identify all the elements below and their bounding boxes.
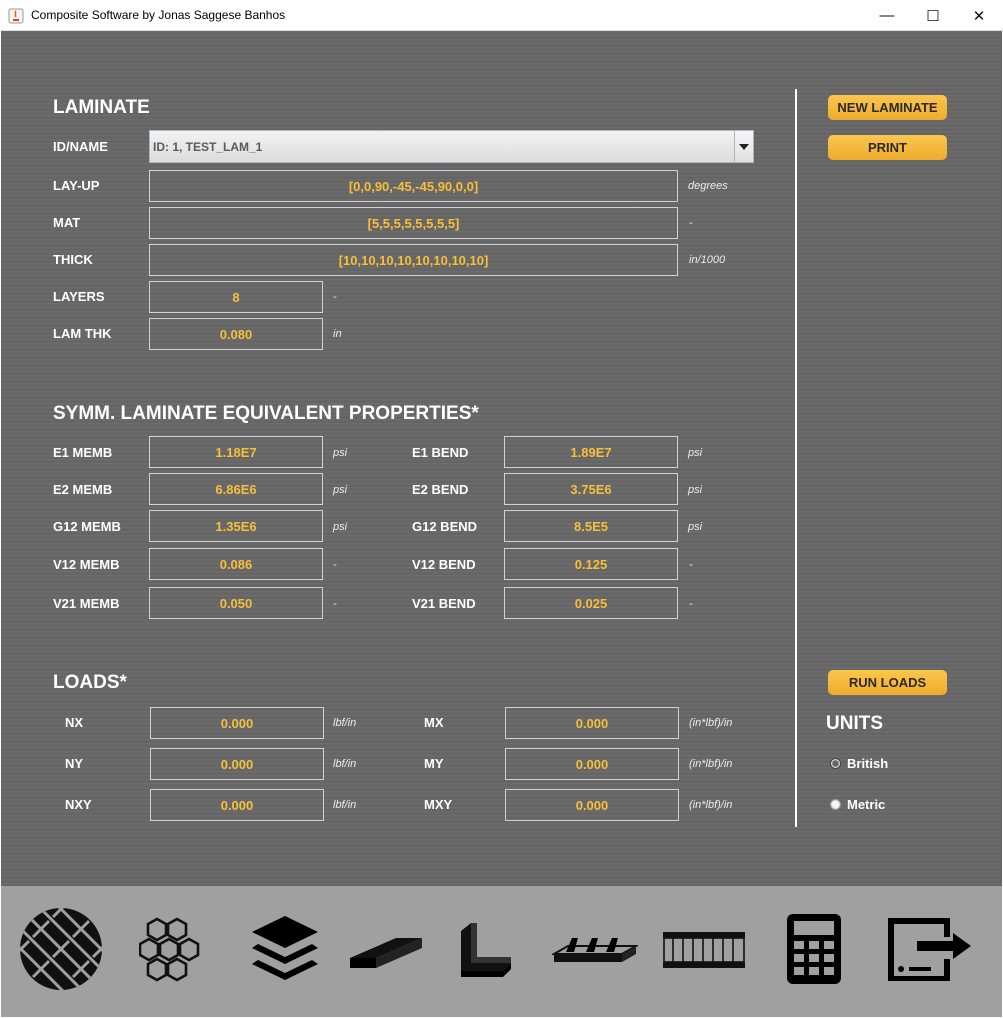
v12-memb-field[interactable]: 0.086 [149, 548, 323, 580]
minimize-button[interactable]: — [864, 0, 910, 31]
loads-title: LOADS* [53, 672, 127, 693]
metric-radio[interactable] [830, 799, 841, 810]
nx-field[interactable]: 0.000 [150, 707, 324, 739]
new-laminate-button[interactable]: NEW LAMINATE [828, 95, 947, 120]
nxy-label: NXY [65, 797, 92, 812]
e2-bend-label: E2 BEND [412, 482, 469, 497]
my-field[interactable]: 0.000 [505, 748, 679, 780]
g12-memb-label: G12 MEMB [53, 519, 121, 534]
layers-icon[interactable] [250, 914, 320, 986]
laminate-select-value: ID: 1, TEST_LAM_1 [153, 140, 263, 154]
java-icon [8, 8, 24, 24]
laminate-select[interactable]: ID: 1, TEST_LAM_1 [149, 130, 754, 163]
lam-thk-label: LAM THK [53, 326, 112, 341]
vertical-divider [795, 89, 797, 827]
layup-unit: degrees [688, 180, 728, 192]
lam-thk-unit: in [333, 328, 342, 340]
v12-bend-unit: - [689, 559, 693, 571]
layup-label: LAY-UP [53, 178, 100, 193]
calculator-icon[interactable] [786, 913, 842, 985]
close-button[interactable]: ✕ [956, 0, 1002, 31]
my-label: MY [424, 756, 444, 771]
g12-memb-field[interactable]: 1.35E6 [149, 510, 323, 542]
v21-memb-field[interactable]: 0.050 [149, 587, 323, 619]
angle-profile-icon[interactable] [457, 919, 515, 979]
mx-field[interactable]: 0.000 [505, 707, 679, 739]
mx-label: MX [424, 715, 444, 730]
mat-field[interactable]: [5,5,5,5,5,5,5,5] [149, 207, 678, 239]
v12-memb-label: V12 MEMB [53, 557, 120, 572]
nxy-unit: lbf/in [333, 799, 357, 811]
chevron-down-icon[interactable] [734, 131, 753, 162]
woven-fabric-icon[interactable] [19, 907, 103, 991]
e2-bend-unit: psi [688, 484, 703, 496]
exit-icon[interactable] [887, 917, 973, 981]
thick-field[interactable]: [10,10,10,10,10,10,10,10] [149, 244, 678, 276]
e2-memb-unit: psi [333, 484, 348, 496]
mat-label: MAT [53, 215, 81, 230]
my-unit: (in*lbf)/in [689, 758, 733, 770]
layers-unit: - [333, 291, 337, 303]
window-title: Composite Software by Jonas Saggese Banh… [31, 8, 286, 22]
main-panel: LAMINATE ID/NAME ID: 1, TEST_LAM_1 LAY-U… [1, 31, 1002, 886]
e1-memb-field[interactable]: 1.18E7 [149, 436, 323, 468]
title-bar: Composite Software by Jonas Saggese Banh… [0, 0, 1003, 31]
g12-bend-unit: psi [688, 521, 703, 533]
properties-title: SYMM. LAMINATE EQUIVALENT PROPERTIES* [53, 403, 479, 424]
v21-bend-unit: - [689, 598, 693, 610]
nx-label: NX [65, 715, 84, 730]
e2-bend-field[interactable]: 3.75E6 [504, 473, 678, 505]
ny-label: NY [65, 756, 84, 771]
layers-label: LAYERS [53, 289, 105, 304]
thick-label: THICK [53, 252, 93, 267]
e1-bend-field[interactable]: 1.89E7 [504, 436, 678, 468]
ny-field[interactable]: 0.000 [150, 748, 324, 780]
g12-bend-field[interactable]: 8.5E5 [504, 510, 678, 542]
maximize-button[interactable]: ☐ [910, 0, 956, 31]
minimize-icon: — [879, 7, 895, 24]
units-title: UNITS [826, 713, 883, 734]
thick-unit: in/1000 [689, 254, 726, 266]
v21-bend-label: V21 BEND [412, 596, 476, 611]
e1-memb-unit: psi [333, 447, 348, 459]
print-button[interactable]: PRINT [828, 135, 947, 160]
maximize-icon: ☐ [926, 7, 940, 25]
mxy-label: MXY [424, 797, 453, 812]
close-icon: ✕ [972, 7, 986, 25]
ny-unit: lbf/in [333, 758, 357, 770]
id-name-label: ID/NAME [53, 139, 108, 154]
mx-unit: (in*lbf)/in [689, 717, 733, 729]
honeycomb-icon[interactable] [139, 916, 205, 984]
british-label: British [847, 756, 889, 771]
v21-memb-label: V21 MEMB [53, 596, 120, 611]
v12-bend-field[interactable]: 0.125 [504, 548, 678, 580]
stiffened-panel-icon[interactable] [552, 934, 638, 970]
run-loads-button[interactable]: RUN LOADS [828, 670, 947, 695]
british-radio[interactable] [830, 758, 841, 769]
mat-unit: - [689, 217, 693, 229]
g12-bend-label: G12 BEND [412, 519, 478, 534]
mxy-field[interactable]: 0.000 [505, 789, 679, 821]
bottom-toolbar [1, 886, 1002, 1017]
v12-memb-unit: - [333, 559, 337, 571]
nx-unit: lbf/in [333, 717, 357, 729]
plate-icon[interactable] [348, 934, 424, 974]
lam-thk-field[interactable]: 0.080 [149, 318, 323, 350]
e2-memb-field[interactable]: 6.86E6 [149, 473, 323, 505]
v21-memb-unit: - [333, 598, 337, 610]
e1-memb-label: E1 MEMB [53, 445, 113, 460]
layers-field[interactable]: 8 [149, 281, 323, 313]
laminate-title: LAMINATE [53, 97, 150, 118]
v12-bend-label: V12 BEND [412, 557, 476, 572]
v21-bend-field[interactable]: 0.025 [504, 587, 678, 619]
nxy-field[interactable]: 0.000 [150, 789, 324, 821]
e1-bend-label: E1 BEND [412, 445, 469, 460]
e1-bend-unit: psi [688, 447, 703, 459]
g12-memb-unit: psi [333, 521, 348, 533]
layup-field[interactable]: [0,0,90,-45,-45,90,0,0] [149, 170, 678, 202]
e2-memb-label: E2 MEMB [53, 482, 113, 497]
sandwich-panel-icon[interactable] [661, 930, 747, 972]
metric-label: Metric [847, 797, 886, 812]
mxy-unit: (in*lbf)/in [689, 799, 733, 811]
